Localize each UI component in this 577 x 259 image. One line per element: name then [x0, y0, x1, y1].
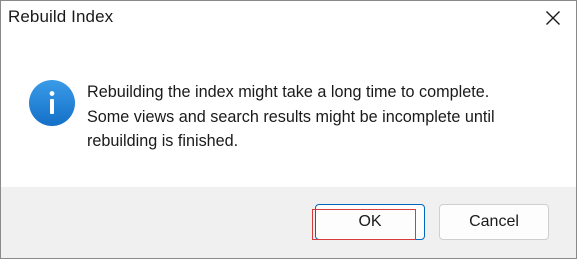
message-line: rebuilding is finished. [87, 132, 239, 150]
close-button[interactable] [530, 1, 576, 35]
close-icon [546, 11, 560, 25]
title-bar: Rebuild Index [1, 1, 576, 37]
ok-button[interactable]: OK [312, 204, 425, 240]
dialog-message: Rebuilding the index might take a long t… [87, 80, 562, 154]
cancel-button-label: Cancel [469, 213, 519, 230]
info-icon [29, 80, 75, 126]
ok-button-highlight [312, 209, 416, 240]
message-line: Rebuilding the index might take a long t… [87, 83, 490, 101]
dialog-content: Rebuilding the index might take a long t… [1, 37, 576, 187]
cancel-button[interactable]: Cancel [439, 204, 549, 240]
message-line: Some views and search results might be i… [87, 107, 495, 126]
dialog-title: Rebuild Index [8, 7, 114, 26]
rebuild-index-dialog: Rebuild Index Rebuilding the index might… [0, 0, 577, 259]
dialog-footer: OK Cancel [1, 187, 576, 258]
